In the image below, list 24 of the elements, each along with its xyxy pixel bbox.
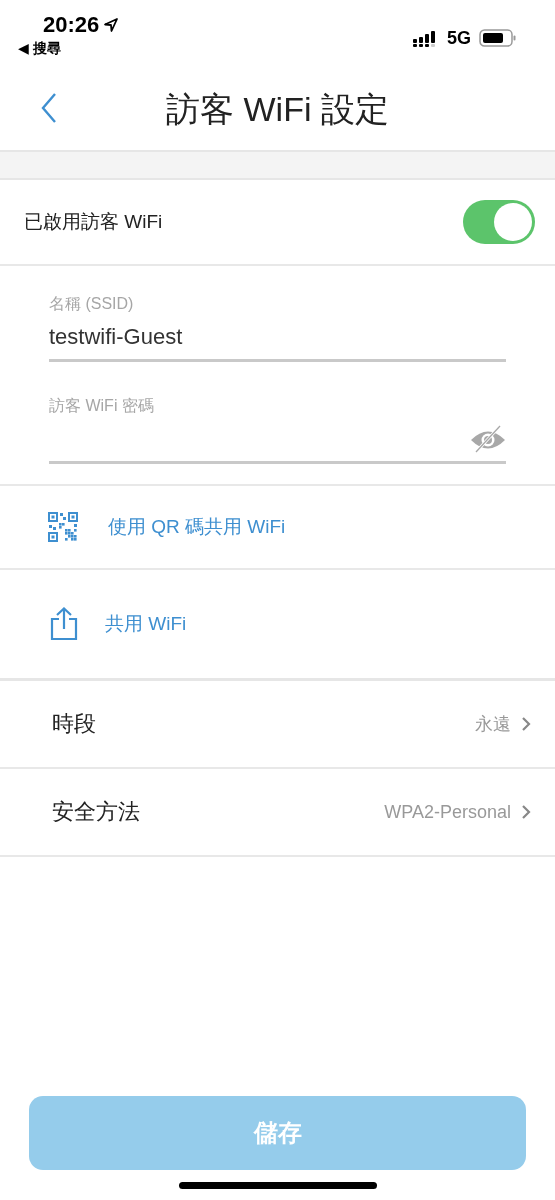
chevron-right-icon <box>521 716 531 732</box>
settings-row[interactable]: 時段 永遠 <box>0 681 555 769</box>
qr-code-icon <box>48 512 78 542</box>
battery-icon <box>479 29 517 47</box>
share-icon <box>50 607 78 641</box>
hidden-eye-icon[interactable] <box>470 425 506 453</box>
setting-label: 時段 <box>52 710 96 738</box>
status-time: 20:26 <box>43 12 100 38</box>
field-label: 訪客 WiFi 密碼 <box>49 396 155 416</box>
setting-value: WPA2-Personal <box>384 801 511 823</box>
toggle-label: 已啟用訪客 WiFi <box>24 210 163 234</box>
action-link[interactable]: 使用 QR 碼共用 WiFi <box>108 514 286 540</box>
setting-label: 安全方法 <box>52 798 140 826</box>
location-arrow-icon <box>103 17 120 33</box>
back-to-app-link[interactable]: ◀ 搜尋 <box>18 40 120 58</box>
action-link[interactable]: 共用 WiFi <box>105 611 187 637</box>
network-type: 5G <box>447 27 471 49</box>
field-label: 名稱 (SSID) <box>49 294 135 314</box>
page-title: 訪客 WiFi 設定 <box>166 89 389 130</box>
setting-value: 永遠 <box>475 713 511 736</box>
chevron-right-icon <box>521 804 531 820</box>
input-field[interactable]: testwifi-Guest <box>49 315 506 362</box>
guest-wifi-toggle[interactable] <box>463 200 535 244</box>
settings-row[interactable]: 安全方法 WPA2-Personal <box>0 769 555 857</box>
